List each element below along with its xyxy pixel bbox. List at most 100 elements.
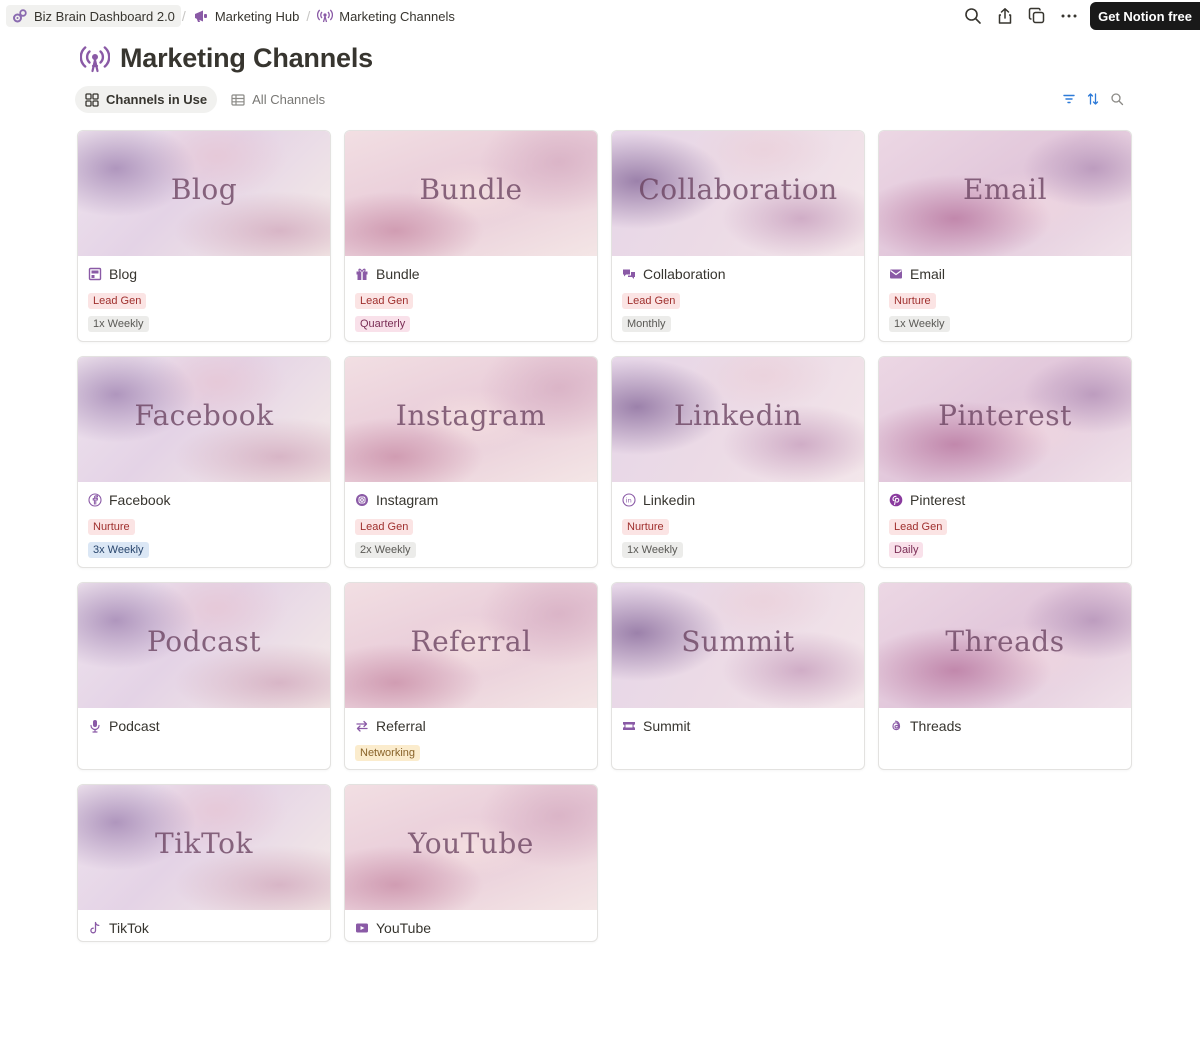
mail-icon	[889, 267, 903, 281]
channel-card-linkedin[interactable]: Linkedin in Linkedin Nurture 1x Weekly	[611, 356, 865, 568]
purpose-tag: Networking	[355, 745, 421, 761]
breadcrumb-item-marketing-hub[interactable]: Marketing Hub	[187, 5, 306, 27]
channel-card-pinterest[interactable]: Pinterest Pinterest Lead Gen Daily	[878, 356, 1132, 568]
card-cover-image: Summit	[612, 583, 864, 708]
card-name: Bundle	[376, 266, 420, 282]
card-cover-image: TikTok	[78, 785, 330, 910]
breadcrumb-label: Biz Brain Dashboard 2.0	[34, 8, 175, 24]
card-title: Pinterest	[889, 491, 1121, 509]
purpose-tag: Lead Gen	[355, 293, 414, 309]
breadcrumb: Biz Brain Dashboard 2.0 / Marketing Hub …	[0, 0, 461, 32]
purpose-tag: Nurture	[622, 519, 669, 535]
cover-title: YouTube	[408, 827, 534, 860]
search-icon[interactable]	[962, 5, 984, 27]
cover-title: Instagram	[395, 399, 547, 432]
blog-icon	[88, 267, 102, 281]
top-actions: Get Notion free	[962, 2, 1200, 30]
card-body: Summit	[612, 708, 864, 745]
card-title: YouTube	[355, 919, 587, 937]
tab-channels-in-use[interactable]: Channels in Use	[75, 86, 218, 113]
card-body: Email Nurture 1x Weekly	[879, 256, 1131, 340]
sort-icon[interactable]	[1086, 92, 1100, 106]
get-notion-free-button[interactable]: Get Notion free	[1090, 2, 1200, 30]
card-cover-image: Collaboration	[612, 131, 864, 256]
purpose-tag: Nurture	[88, 519, 135, 535]
card-cover-image: Email	[879, 131, 1131, 256]
instagram-icon	[355, 493, 369, 507]
channel-card-summit[interactable]: Summit Summit	[611, 582, 865, 770]
card-title: Facebook	[88, 491, 320, 509]
purpose-tag: Nurture	[889, 293, 936, 309]
card-body: Podcast	[78, 708, 330, 745]
card-title: Blog	[88, 265, 320, 283]
more-icon[interactable]	[1058, 5, 1080, 27]
card-body: TikTok	[78, 910, 330, 941]
channel-card-threads[interactable]: Threads Threads	[878, 582, 1132, 770]
card-name: Threads	[910, 718, 962, 734]
card-body: Bundle Lead Gen Quarterly	[345, 256, 597, 340]
filter-icon[interactable]	[1062, 92, 1076, 106]
channel-card-instagram[interactable]: Instagram Instagram Lead Gen 2x Weekly	[344, 356, 598, 568]
cover-title: Linkedin	[673, 399, 803, 432]
card-title: Summit	[622, 717, 854, 735]
card-name: Pinterest	[910, 492, 966, 508]
megaphone-icon	[194, 10, 207, 22]
channel-card-referral[interactable]: Referral Referral Networking	[344, 582, 598, 770]
page-title: Marketing Channels	[120, 43, 373, 73]
top-bar: Biz Brain Dashboard 2.0 / Marketing Hub …	[0, 0, 1200, 32]
card-name: Blog	[109, 266, 138, 282]
card-name: Instagram	[376, 492, 439, 508]
channel-card-youtube[interactable]: YouTube YouTube	[344, 784, 598, 942]
cover-title: Bundle	[419, 173, 523, 206]
view-tools	[1062, 92, 1124, 106]
card-name: Facebook	[109, 492, 171, 508]
card-body: Pinterest Lead Gen Daily	[879, 482, 1131, 566]
page-header: Marketing Channels	[80, 43, 373, 74]
breadcrumb-item-marketing-channels[interactable]: Marketing Channels	[311, 5, 461, 27]
frequency-tag: 3x Weekly	[88, 542, 149, 558]
share-icon[interactable]	[994, 5, 1016, 27]
channel-card-facebook[interactable]: Facebook Facebook Nurture 3x Weekly	[77, 356, 331, 568]
frequency-tag: Monthly	[622, 316, 671, 332]
ticket-icon	[622, 719, 636, 733]
card-title: Instagram	[355, 491, 587, 509]
broadcast-icon	[317, 9, 334, 23]
swap-icon	[355, 719, 369, 733]
card-name: Linkedin	[643, 492, 696, 508]
cover-title: Blog	[170, 173, 238, 206]
card-body: Instagram Lead Gen 2x Weekly	[345, 482, 597, 566]
card-body: Facebook Nurture 3x Weekly	[78, 482, 330, 566]
card-cover-image: Linkedin	[612, 357, 864, 482]
pinterest-icon	[889, 493, 903, 507]
card-title: Email	[889, 265, 1121, 283]
channel-card-tiktok[interactable]: TikTok TikTok	[77, 784, 331, 942]
microphone-icon	[88, 719, 102, 733]
channel-card-email[interactable]: Email Email Nurture 1x Weekly	[878, 130, 1132, 342]
breadcrumb-separator: /	[181, 8, 186, 24]
threads-icon	[889, 719, 903, 733]
channel-card-blog[interactable]: Blog Blog Lead Gen 1x Weekly	[77, 130, 331, 342]
frequency-tag: 2x Weekly	[355, 542, 416, 558]
card-name: YouTube	[376, 920, 432, 936]
frequency-tag: Daily	[889, 542, 924, 558]
tab-all-channels[interactable]: All Channels	[221, 86, 335, 113]
channel-card-collaboration[interactable]: Collaboration Collaboration Lead Gen Monthl…	[611, 130, 865, 342]
breadcrumb-item-biz-brain[interactable]: Biz Brain Dashboard 2.0	[6, 5, 181, 27]
card-title: in Linkedin	[622, 491, 854, 509]
card-name: Email	[910, 266, 946, 282]
tab-label: Channels in Use	[106, 92, 208, 107]
card-title: Referral	[355, 717, 587, 735]
duplicate-icon[interactable]	[1026, 5, 1048, 27]
frequency-tag: 1x Weekly	[622, 542, 683, 558]
channel-card-podcast[interactable]: Podcast Podcast	[77, 582, 331, 770]
cover-title: Podcast	[147, 625, 261, 658]
channel-card-bundle[interactable]: Bundle Bundle Lead Gen Quarterly	[344, 130, 598, 342]
card-name: Podcast	[109, 718, 160, 734]
search-icon[interactable]	[1110, 92, 1124, 106]
card-body: Collaboration Lead Gen Monthly	[612, 256, 864, 340]
frequency-tag: 1x Weekly	[889, 316, 950, 332]
gears-icon	[13, 9, 27, 23]
card-cover-image: Podcast	[78, 583, 330, 708]
linkedin-icon: in	[622, 493, 636, 507]
cover-title: Threads	[945, 625, 1065, 658]
